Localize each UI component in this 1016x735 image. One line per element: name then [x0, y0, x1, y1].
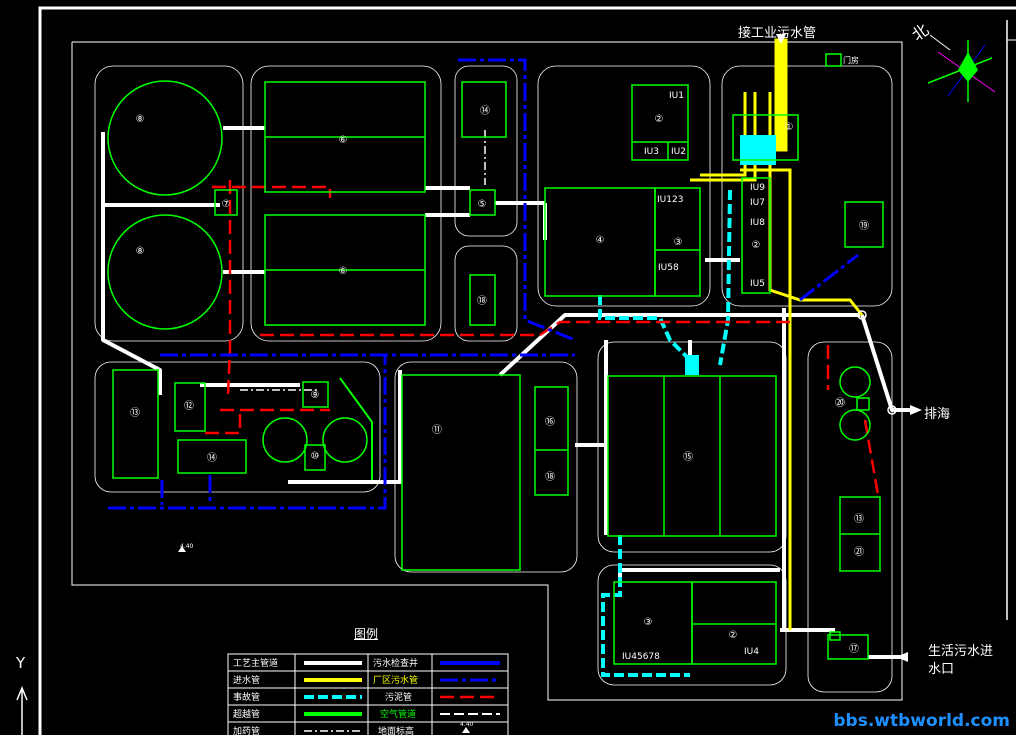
iu-label-9: IU9 [750, 183, 765, 193]
tank-20-top [839, 366, 871, 398]
legend-row1-right: 污水检查井 [373, 657, 418, 669]
elevation-label: 4.40 [180, 543, 194, 550]
building-iu-column [741, 177, 771, 294]
iu-label-123: IU123 [657, 195, 683, 205]
unit-label-8b: ⑧ [136, 246, 145, 257]
unit-label-3b: ③ [644, 617, 653, 628]
legend-title: 图例 [354, 627, 379, 641]
legend-row5-right: 地面标高 [378, 725, 414, 735]
iu-label-3: IU3 [644, 147, 659, 157]
building-2-bottom [691, 581, 777, 665]
unit-label-20: ⑳ [835, 397, 845, 409]
industrial-inlet-label: 接工业污水管 [738, 26, 817, 41]
north-arrow-icon [927, 34, 996, 102]
unit-label-19: ⑲ [859, 220, 869, 232]
sea-outfall-label: 排海 [924, 407, 951, 422]
legend-row4-right: 空气管道 [380, 708, 416, 720]
unit-label-17: ⑰ [849, 643, 859, 655]
unit-label-8a: ⑧ [136, 114, 145, 125]
legend-elev-value: 4.40 [460, 721, 474, 728]
unit-20-box [856, 397, 870, 411]
unit-label-2a: ② [655, 114, 664, 125]
inlet-pipes [690, 38, 864, 630]
plant-layout-drawing: ⑧ ⑧ ⑥ ⑥ ⑦ ⑭ ⑤ ⑱ ④ ③ ② ① ② ⑲ ⑬ ⑫ ⑭ ⑨ ⑩ ⑪ … [15, 6, 1016, 735]
unit-label-13a: ⑬ [130, 407, 140, 419]
iu-label-4: IU4 [744, 647, 759, 657]
unit-label-12: ⑫ [184, 400, 194, 412]
unit-label-18b: ⑱ [545, 471, 555, 483]
tank-8-bottom [107, 214, 223, 330]
unit-label-4: ④ [596, 235, 605, 246]
drawing-frame [38, 6, 1016, 735]
legend-row3-left: 事故管 [233, 691, 260, 703]
unit-label-18a: ⑱ [477, 295, 487, 307]
iu-label-7: IU7 [750, 198, 765, 208]
gatehouse-box [825, 53, 842, 67]
unit-label-16: ⑯ [545, 416, 555, 428]
unit-label-7: ⑦ [222, 199, 231, 210]
watermark: bbs.wtbworld.com [833, 711, 1010, 731]
legend-row5-left: 加药管 [233, 725, 260, 735]
iu-label-2: IU2 [671, 147, 686, 157]
dosing-pipes [240, 130, 486, 391]
unit-label-11: ⑪ [432, 424, 442, 436]
legend-row2-right: 厂区污水管 [373, 674, 418, 686]
unit-17 [827, 634, 869, 660]
iu-label-8: IU8 [750, 218, 765, 228]
unit-label-2b: ② [752, 240, 761, 251]
gatehouse-label: 门房 [843, 56, 859, 65]
legend-row4-left: 超越管 [233, 708, 260, 720]
unit-label-3a: ③ [674, 237, 683, 248]
iu-label-5: IU5 [750, 279, 765, 289]
tank-10-left [262, 417, 308, 463]
unit-label-6b: ⑥ [339, 266, 348, 277]
iu-label-45678: IU45678 [622, 652, 660, 662]
unit-label-14b: ⑭ [207, 452, 217, 464]
unit-label-14a: ⑭ [480, 105, 490, 117]
unit-label-2c: ② [729, 630, 738, 641]
domestic-inlet-label-line1: 生活污水进 [928, 644, 994, 659]
unit-label-21: ㉑ [854, 546, 864, 558]
legend-row1-left: 工艺主管道 [233, 657, 278, 669]
building-11 [401, 374, 521, 571]
unit-label-9: ⑨ [311, 390, 320, 401]
north-label: 北 [908, 20, 932, 45]
domestic-inlet-label-line2: 水口 [928, 662, 955, 677]
bypass-pipe [339, 377, 373, 480]
legend-row3-right: 污泥管 [385, 691, 412, 703]
unit-13-left [112, 369, 159, 479]
unit-label-1: ① [785, 122, 794, 133]
unit-label-15: ⑮ [683, 451, 693, 463]
unit-label-5: ⑤ [478, 199, 487, 210]
accident-box [685, 355, 699, 375]
legend-row2-left: 进水管 [233, 674, 260, 686]
iu-label-58: IU58 [658, 263, 679, 273]
unit-label-13b: ⑬ [854, 513, 864, 525]
unit-label-6a: ⑥ [339, 135, 348, 146]
unit-label-10: ⑩ [311, 451, 320, 462]
tank-10-right [322, 417, 368, 463]
unit-17-box [829, 631, 841, 641]
sea-outfall-arrow [910, 405, 922, 415]
axis-y-icon [16, 686, 28, 735]
tank-8-top [107, 80, 223, 196]
iu-label-1: IU1 [669, 91, 684, 101]
axis-y-label: Y [15, 654, 26, 672]
